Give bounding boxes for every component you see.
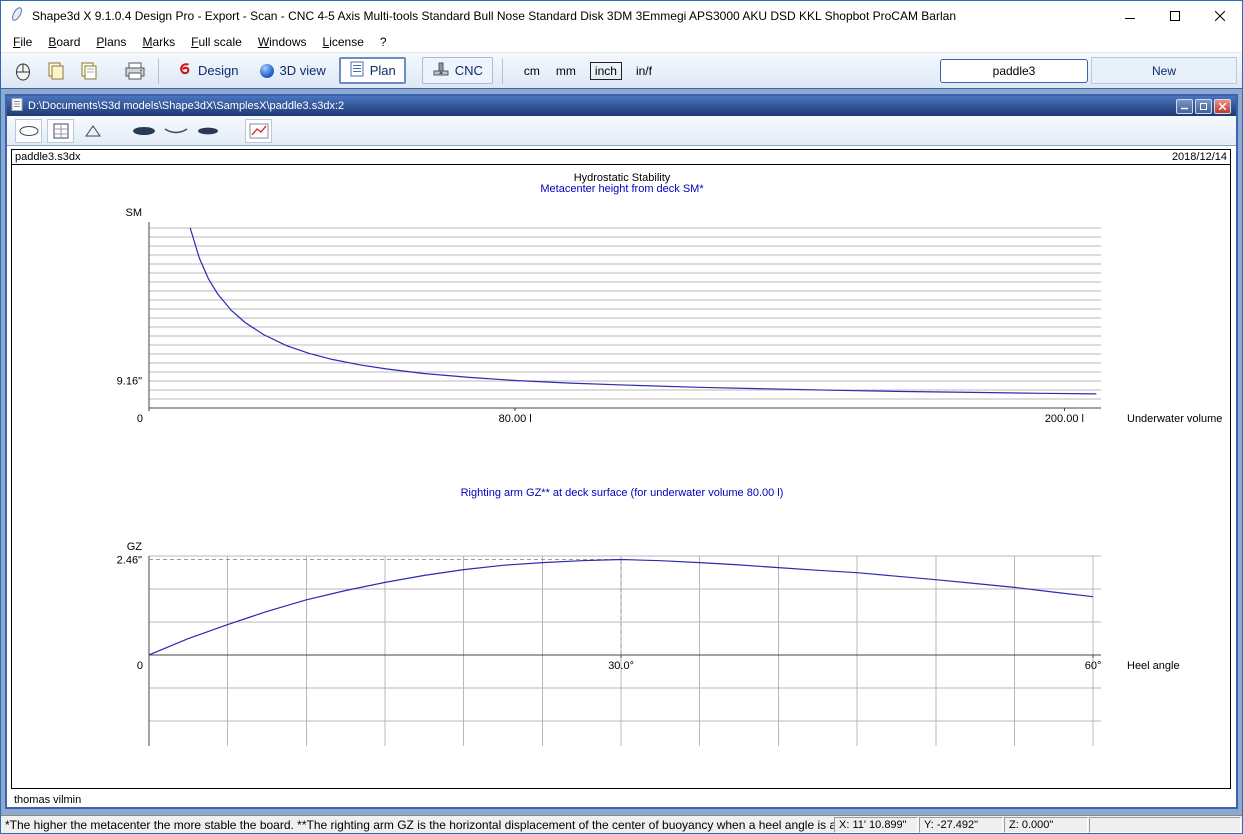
stability-charts: 0 80.00 l 200.00 l 9.16" SM Underwater volume…	[12, 166, 1230, 788]
board-outline-icon[interactable]	[15, 119, 42, 143]
cnc-button[interactable]: CNC	[422, 57, 493, 84]
plan-label: Plan	[370, 63, 396, 78]
model-name: paddle3	[993, 64, 1036, 78]
unit-selector: cm mm inch in/f	[522, 62, 654, 80]
unit-mm[interactable]: mm	[554, 63, 578, 79]
svg-text:9.16": 9.16"	[117, 376, 142, 388]
menu-license[interactable]: License	[315, 33, 372, 51]
mdi-area: D:\Documents\S3d models\Shape3dX\Samples…	[1, 89, 1242, 815]
menu-file[interactable]: File	[5, 33, 40, 51]
author-label: thomas vilmin	[14, 794, 81, 806]
rocker-curve-icon[interactable]	[162, 119, 189, 143]
window-title: Shape3d X 9.1.0.4 Design Pro - Export - …	[32, 9, 1107, 23]
bottom-view-icon[interactable]	[194, 119, 221, 143]
toolbar-separator	[158, 58, 159, 84]
svg-text:SM: SM	[126, 207, 143, 219]
document-close-button[interactable]	[1214, 99, 1231, 114]
svg-text:80.00 l: 80.00 l	[499, 413, 532, 425]
statusbar-y-coordinate: Y: -27.492"	[919, 817, 1003, 833]
unit-cm[interactable]: cm	[522, 63, 542, 79]
menu-marks[interactable]: Marks	[134, 33, 183, 51]
document-title: D:\Documents\S3d models\Shape3dX\Samples…	[28, 100, 1176, 112]
window-controls	[1107, 1, 1242, 31]
statusbar-z-coordinate: Z: 0.000"	[1004, 817, 1088, 833]
stability-graph-icon[interactable]	[245, 119, 272, 143]
document-file-name: paddle3.s3dx	[15, 151, 80, 163]
copy-icon[interactable]	[42, 57, 69, 84]
document-date: 2018/12/14	[1172, 151, 1227, 163]
app-window: Shape3d X 9.1.0.4 Design Pro - Export - …	[0, 0, 1243, 834]
document-icon	[11, 98, 23, 114]
unit-inch[interactable]: inch	[590, 62, 622, 80]
document-window: D:\Documents\S3d models\Shape3dX\Samples…	[5, 94, 1238, 809]
menu-full-scale[interactable]: Full scale	[183, 33, 250, 51]
plan-button[interactable]: Plan	[339, 57, 406, 84]
top-view-icon[interactable]	[130, 119, 157, 143]
plan-icon	[349, 61, 365, 80]
new-board-button[interactable]: New	[1091, 57, 1237, 84]
document-canvas: paddle3.s3dx 2018/12/14 Hydrostatic Stab…	[7, 146, 1236, 807]
cnc-icon	[432, 61, 450, 80]
print-icon[interactable]	[121, 57, 148, 84]
close-button[interactable]	[1197, 1, 1242, 31]
chart-frame: paddle3.s3dx 2018/12/14 Hydrostatic Stab…	[11, 149, 1231, 789]
design-label: Design	[198, 63, 238, 78]
toolbar-separator	[502, 58, 503, 84]
menu-help[interactable]: ?	[372, 33, 395, 51]
3d-view-button[interactable]: 3D view	[251, 60, 334, 81]
paste-icon[interactable]	[75, 57, 102, 84]
menu-plans[interactable]: Plans	[88, 33, 134, 51]
chart-frame-header: paddle3.s3dx 2018/12/14	[12, 150, 1230, 165]
minimize-button[interactable]	[1107, 1, 1152, 31]
svg-text:0: 0	[137, 413, 143, 425]
maximize-button[interactable]	[1152, 1, 1197, 31]
view-toolbar	[7, 116, 1236, 146]
svg-text:Underwater volume: Underwater volume	[1127, 413, 1222, 425]
menu-windows[interactable]: Windows	[250, 33, 315, 51]
3d-view-label: 3D view	[279, 63, 325, 78]
mouse-icon[interactable]	[9, 57, 36, 84]
statusbar-spacer	[1089, 817, 1241, 833]
model-name-box[interactable]: paddle3	[940, 59, 1088, 83]
chart-canvas: Hydrostatic Stability Metacenter height …	[12, 166, 1230, 788]
svg-text:Heel angle: Heel angle	[1127, 660, 1180, 672]
menubar: File Board Plans Marks Full scale Window…	[1, 31, 1242, 53]
statusbar-x-coordinate: X: 11' 10.899"	[834, 817, 918, 833]
svg-text:30.0°: 30.0°	[608, 660, 634, 672]
design-icon	[177, 61, 193, 80]
menu-board[interactable]: Board	[40, 33, 88, 51]
svg-text:60°: 60°	[1085, 660, 1102, 672]
3d-sphere-icon	[260, 64, 274, 78]
svg-text:200.00 l: 200.00 l	[1045, 413, 1084, 425]
unit-inf[interactable]: in/f	[634, 63, 654, 79]
document-titlebar: D:\Documents\S3d models\Shape3dX\Samples…	[7, 96, 1236, 116]
statusbar-note: *The higher the metacenter the more stab…	[1, 818, 834, 832]
document-maximize-button[interactable]	[1195, 99, 1212, 114]
cnc-label: CNC	[455, 63, 483, 78]
main-toolbar: Design 3D view Plan CNC cm mm inch in/f	[1, 53, 1242, 89]
svg-text:2.46": 2.46"	[117, 555, 142, 567]
profile-triangle-icon[interactable]	[79, 119, 106, 143]
document-minimize-button[interactable]	[1176, 99, 1193, 114]
statusbar: *The higher the metacenter the more stab…	[1, 815, 1242, 833]
app-icon	[9, 6, 25, 27]
design-button[interactable]: Design	[168, 58, 247, 83]
svg-text:GZ: GZ	[127, 541, 143, 553]
titlebar: Shape3d X 9.1.0.4 Design Pro - Export - …	[1, 1, 1242, 31]
svg-text:0: 0	[137, 660, 143, 672]
document-controls	[1176, 99, 1231, 114]
measurements-grid-icon[interactable]	[47, 119, 74, 143]
